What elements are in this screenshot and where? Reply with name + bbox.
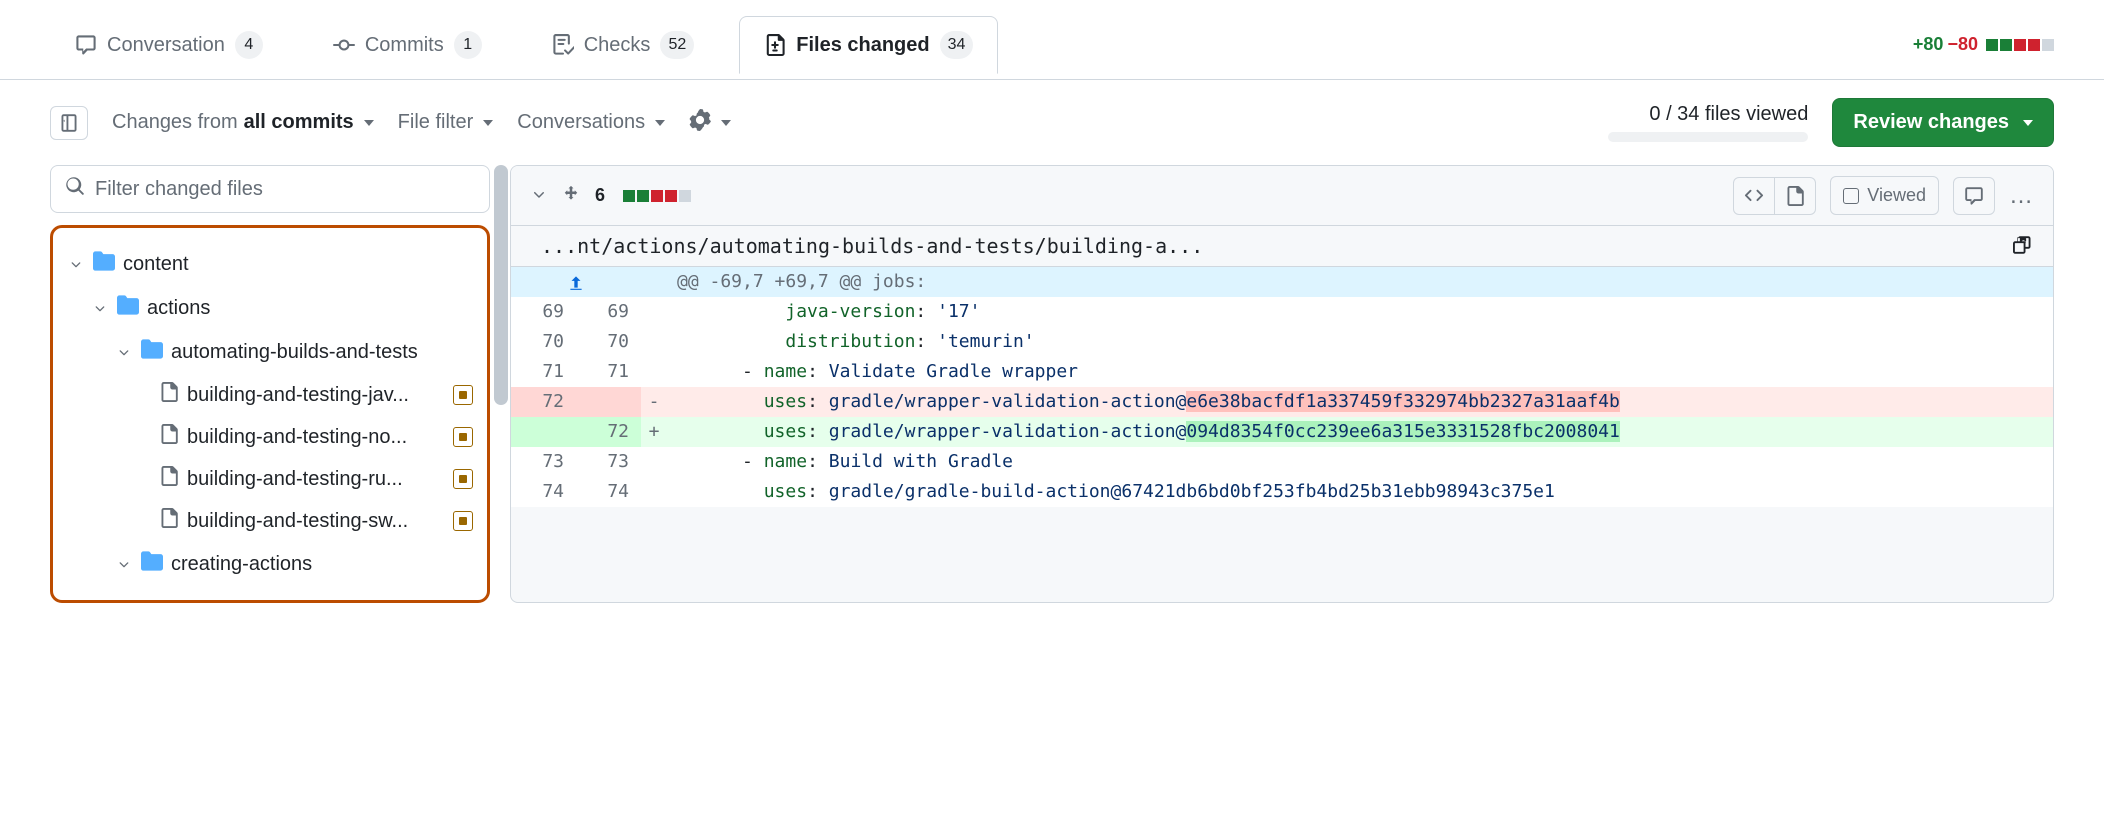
additions-count: +80 [1913,34,1944,55]
tree-folder-automating[interactable]: automating-builds-and-tests [63,330,477,374]
caret-down-icon [483,120,493,126]
caret-down-icon [721,120,731,126]
tab-checks[interactable]: Checks 52 [527,16,720,74]
diff-line[interactable]: 72+ uses: gradle/wrapper-validation-acti… [511,417,2053,447]
deletions-count: −80 [1947,34,1978,55]
tab-label: Conversation [107,34,225,57]
diff-panel: 6 Viewed … ...n [510,165,2054,603]
rendered-view-button[interactable] [1775,177,1816,215]
tree-folder-content[interactable]: content [63,242,477,286]
tree-file[interactable]: building-and-testing-no... [63,416,477,458]
expand-all-icon[interactable] [561,184,581,207]
viewed-checkbox[interactable]: Viewed [1830,176,1939,215]
modified-badge [453,427,473,447]
diff-body: @@ -69,7 +69,7 @@ jobs: 6969 java-versio… [511,267,2053,507]
diffstat-squares [623,190,691,202]
modified-badge [453,469,473,489]
chevron-down-icon [115,557,133,571]
sidebar-scrollbar[interactable] [494,165,508,585]
diff-file-path[interactable]: ...nt/actions/automating-builds-and-test… [531,234,1999,258]
file-diff-icon [764,34,786,56]
tree-file[interactable]: building-and-testing-sw... [63,500,477,542]
files-viewed: 0 / 34 files viewed [1608,103,1808,142]
modified-badge [453,511,473,531]
file-icon [159,424,179,450]
diff-toolbar: Changes from all commits File filter Con… [0,80,2104,165]
pr-tabs: Conversation 4 Commits 1 Checks 52 Files… [0,0,2104,80]
tab-label: Checks [584,34,651,57]
tab-label: Files changed [796,34,929,57]
progress-bar [1608,132,1808,142]
caret-down-icon [364,120,374,126]
file-tree-sidebar: content actions automating-builds-and-te… [50,165,490,603]
source-view-button[interactable] [1733,177,1775,215]
tab-count: 4 [235,31,263,59]
file-icon [159,466,179,492]
diff-file-path-row: ...nt/actions/automating-builds-and-test… [511,226,2053,267]
diff-line[interactable]: 72- uses: gradle/wrapper-validation-acti… [511,387,2053,417]
chevron-down-icon [91,301,109,315]
comment-button[interactable] [1953,177,1995,215]
folder-icon [93,250,115,278]
modified-badge [453,385,473,405]
diff-change-count: 6 [595,185,605,206]
file-icon [159,382,179,408]
tree-file[interactable]: building-and-testing-ru... [63,458,477,500]
chevron-down-icon [67,257,85,271]
copy-path-button[interactable] [2013,235,2033,258]
caret-down-icon [655,120,665,126]
expand-up-icon [511,267,641,297]
tab-count: 1 [454,31,482,59]
file-icon [159,508,179,534]
settings-dropdown[interactable] [689,109,731,137]
collapse-toggle[interactable] [531,186,547,205]
search-icon [65,176,85,202]
file-filter-dropdown[interactable]: File filter [398,111,494,134]
diff-line[interactable]: 7474 uses: gradle/gradle-build-action@67… [511,477,2053,507]
diff-line[interactable]: 7171 - name: Validate Gradle wrapper [511,357,2053,387]
changes-from-dropdown[interactable]: Changes from all commits [112,111,374,134]
diffstat-summary: +80 −80 [1913,34,2054,55]
sidebar-toggle-button[interactable] [50,106,88,140]
diff-line[interactable]: 7373 - name: Build with Gradle [511,447,2053,477]
folder-icon [141,338,163,366]
file-tree-outline: content actions automating-builds-and-te… [50,225,490,603]
tree-file[interactable]: building-and-testing-jav... [63,374,477,416]
tab-commits[interactable]: Commits 1 [308,16,507,74]
tree-folder-creating[interactable]: creating-actions [63,542,477,586]
tab-count: 34 [940,31,974,59]
folder-icon [141,550,163,578]
diff-file-header-1: 6 Viewed … [511,166,2053,226]
tab-files-changed[interactable]: Files changed 34 [739,16,998,74]
comment-icon [75,34,97,56]
view-mode-group [1733,177,1816,215]
folder-icon [117,294,139,322]
gear-icon [689,109,711,137]
diff-line[interactable]: 6969 java-version: '17' [511,297,2053,327]
tab-count: 52 [660,31,694,59]
file-menu-kebab[interactable]: … [2009,182,2033,210]
chevron-down-icon [115,345,133,359]
checklist-icon [552,34,574,56]
diff-hunk-header[interactable]: @@ -69,7 +69,7 @@ jobs: [511,267,2053,297]
review-changes-button[interactable]: Review changes [1832,98,2054,147]
diffstat-squares [1986,39,2054,51]
caret-down-icon [2023,120,2033,126]
file-filter-box[interactable] [50,165,490,213]
conversations-dropdown[interactable]: Conversations [517,111,665,134]
tree-folder-actions[interactable]: actions [63,286,477,330]
tab-conversation[interactable]: Conversation 4 [50,16,288,74]
filter-input[interactable] [95,178,475,201]
commit-icon [333,34,355,56]
tab-label: Commits [365,34,444,57]
checkbox-icon [1843,188,1859,204]
diff-line[interactable]: 7070 distribution: 'temurin' [511,327,2053,357]
